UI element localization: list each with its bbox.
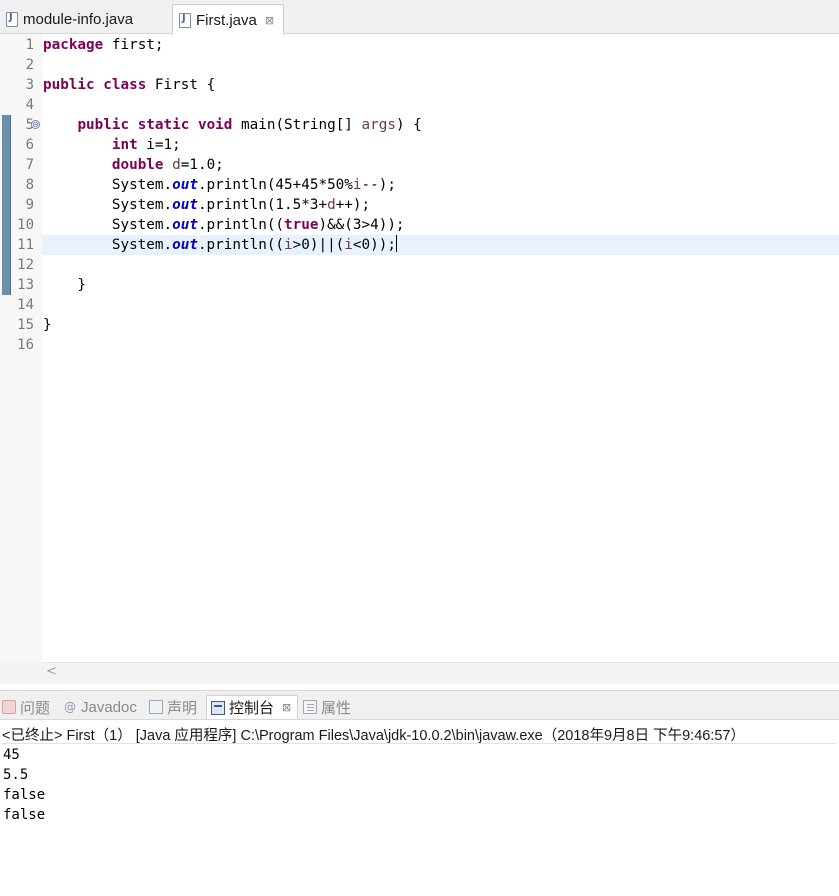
- tab-console[interactable]: 控制台 ⊠: [206, 695, 299, 719]
- tab-module-info-java[interactable]: module-info.java: [0, 4, 168, 34]
- tab-javadoc[interactable]: @ Javadoc: [63, 695, 137, 719]
- line-number: 14: [17, 297, 34, 313]
- line-number: 9: [25, 197, 34, 213]
- console-output-line: 5.5: [3, 767, 29, 783]
- code-line: public static void main(String[] args) {: [77, 117, 422, 133]
- properties-icon: [303, 700, 317, 714]
- tab-label: 控制台: [229, 700, 275, 717]
- text-caret: [395, 235, 397, 252]
- console-process-header: <已终止> First（1） [Java 应用程序] C:\Program Fi…: [2, 724, 837, 744]
- tab-label: module-info.java: [23, 10, 134, 28]
- scroll-left-icon[interactable]: <: [46, 664, 57, 679]
- code-line: System.out.println((i>0)||(i<0));: [43, 235, 397, 253]
- tab-first-java[interactable]: First.java ⊠: [172, 4, 284, 35]
- tab-label: 属性: [321, 699, 352, 717]
- code-line: package first;: [43, 37, 164, 53]
- line-number: 11: [17, 237, 34, 253]
- code-line: System.out.println(45+45*50%i--);: [43, 177, 396, 193]
- code-line: }: [43, 317, 52, 333]
- line-number: 6: [25, 137, 34, 153]
- code-line: public class First {: [43, 77, 216, 93]
- line-number: 16: [17, 337, 34, 353]
- tab-label: First.java: [196, 11, 257, 29]
- console-output-line: false: [3, 807, 46, 823]
- java-file-icon: [179, 12, 191, 28]
- close-icon[interactable]: ⊠: [265, 14, 274, 27]
- close-icon[interactable]: ⊠: [282, 701, 291, 714]
- collapse-fold-icon[interactable]: ⊖: [31, 120, 40, 129]
- console-panel[interactable]: <已终止> First（1） [Java 应用程序] C:\Program Fi…: [0, 721, 839, 896]
- tab-properties[interactable]: 属性: [303, 695, 351, 719]
- code-line: System.out.println(1.5*3+d++);: [43, 197, 371, 213]
- quick-diff-change-bar: [2, 115, 11, 295]
- line-number: 8: [25, 177, 34, 193]
- console-icon: [211, 700, 225, 715]
- tab-label: 声明: [167, 699, 198, 717]
- line-number: 13: [17, 277, 34, 293]
- line-number: 15: [17, 317, 34, 333]
- tab-label: 问题: [20, 699, 51, 717]
- line-number: 2: [25, 57, 34, 73]
- code-line: System.out.println((true)&&(3>4));: [43, 217, 405, 233]
- view-tab-bar: 问题 @ Javadoc 声明 控制台 ⊠ 属性: [0, 690, 839, 720]
- line-number: 4: [25, 97, 34, 113]
- line-number: 12: [17, 257, 34, 273]
- code-line: int i=1;: [111, 137, 181, 153]
- declaration-icon: [149, 700, 163, 714]
- editor-tab-bar: module-info.java First.java ⊠: [0, 0, 839, 35]
- code-line: }: [43, 277, 87, 293]
- tab-label: Javadoc: [81, 698, 137, 716]
- horizontal-scrollbar[interactable]: <: [42, 662, 839, 684]
- gutter-bottom: [0, 662, 42, 684]
- code-editor[interactable]: 1 2 3 4 5 6 7 8 9 10 11 12 13 14 15 16 ⊖…: [0, 34, 839, 662]
- problems-icon: [2, 700, 16, 714]
- line-number: 1: [25, 37, 34, 53]
- code-line: double d=1.0;: [111, 157, 224, 173]
- line-number: 3: [25, 77, 34, 93]
- line-number: 7: [25, 157, 34, 173]
- java-file-icon: [6, 11, 18, 27]
- console-output-line: false: [3, 787, 46, 803]
- at-icon: @: [64, 700, 76, 714]
- line-number: 10: [17, 217, 34, 233]
- console-output-line: 45: [3, 747, 20, 763]
- tab-problems[interactable]: 问题: [2, 695, 50, 719]
- tab-declaration[interactable]: 声明: [149, 695, 197, 719]
